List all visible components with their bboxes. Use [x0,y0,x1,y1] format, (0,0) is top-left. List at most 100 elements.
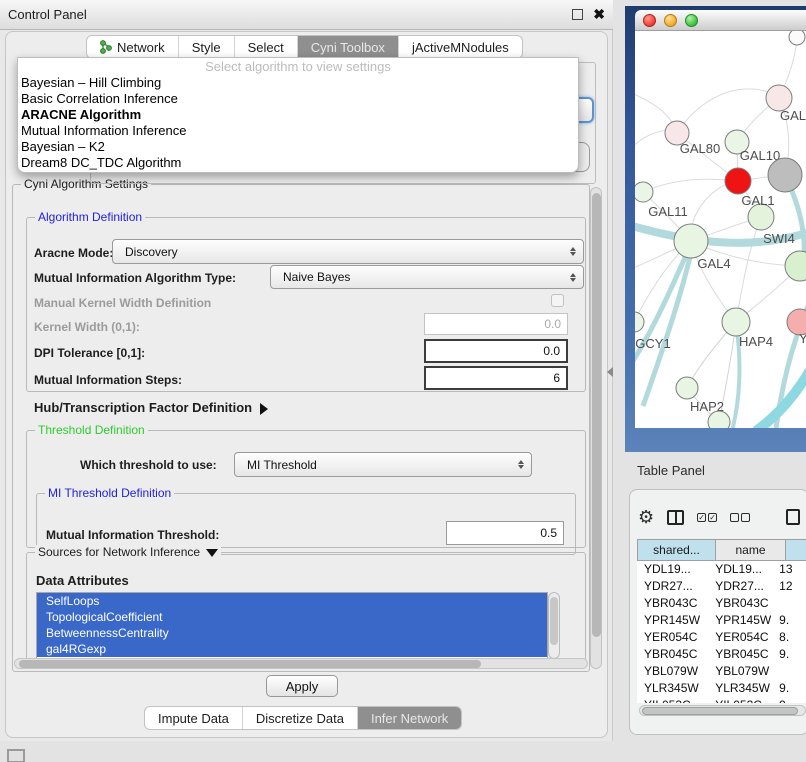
dpi-tolerance-field[interactable]: 0.0 [424,339,568,363]
aracne-mode-select[interactable]: Discovery [112,239,584,264]
table-row[interactable]: YPR145WYPR145W9. [637,612,806,629]
node-gal4[interactable] [674,224,708,258]
aracne-mode-label: Aracne Mode: [34,246,113,260]
tab-jactivemnodules[interactable]: jActiveMNodules [399,36,522,58]
tab-select[interactable]: Select [235,36,298,58]
bottom-tab-discretize-data[interactable]: Discretize Data [243,707,358,729]
minimized-panel-icon[interactable] [7,749,25,762]
tab-style[interactable]: Style [179,36,235,58]
close-traffic-light-icon[interactable] [643,14,656,27]
sources-title-label: Sources for Network Inference [38,545,200,559]
gear-icon[interactable]: ⚙ [638,508,654,526]
hub-definition-toggle[interactable]: Hub/Transcription Factor Definition [34,400,268,415]
node-gal1-label: GAL1 [741,193,774,208]
spinner-arrows-icon [570,273,576,282]
node-hap2[interactable] [676,377,698,399]
table-row[interactable]: YER054CYER054C8. [637,629,806,646]
table-row[interactable]: YBR043CYBR043C [637,595,806,612]
table-cell: YIL053C [708,697,772,703]
deselect-all-icon[interactable] [730,513,750,522]
table-cell: YIL053C [637,697,708,703]
table-row[interactable]: YDL19...YDL19...13 [637,561,806,578]
table-row[interactable]: YBR045CYBR045C9. [637,646,806,663]
table-cell: YDR27... [708,578,772,595]
apply-button[interactable]: Apply [266,675,338,697]
node-top-partial[interactable] [789,31,805,45]
table-cell: YDL19... [708,561,772,578]
tab-cyni-toolbox[interactable]: Cyni Toolbox [298,36,399,58]
table-row[interactable]: YLR345WYLR345W9. [637,680,806,697]
node-hap4[interactable] [722,308,750,336]
node-gcy1[interactable] [635,312,644,332]
algorithm-dropdown-popup: Select algorithm to view settings Bayesi… [17,57,579,173]
table-rows: YDL19...YDL19...13YDR27...YDR27...12YBR0… [637,561,806,703]
bottom-tab-impute-data[interactable]: Impute Data [145,707,243,729]
column-header[interactable]: shared... [637,539,715,561]
settings-horizontal-scrollbar[interactable] [14,658,588,669]
minimize-traffic-light-icon[interactable] [664,14,677,27]
table-cell: YBR043C [708,595,772,612]
table-row[interactable]: YIL053CYIL053C9 [637,697,806,703]
table-cell: YLR345W [708,680,772,697]
mi-threshold-field[interactable]: 0.5 [446,521,564,545]
algorithm-option[interactable]: Dream8 DC_TDC Algorithm [18,155,578,171]
table-panel-title: Table Panel [637,463,705,478]
tab-label: Select [248,40,284,55]
splitter-collapse-icon[interactable] [607,367,613,377]
attribute-item[interactable]: BetweennessCentrality [37,625,547,641]
algorithm-option[interactable]: Bayesian – K2 [18,139,578,155]
network-window-titlebar[interactable] [635,10,806,31]
bottom-tab-infer-network[interactable]: Infer Network [358,707,461,729]
node-bottom-partial[interactable] [708,411,730,428]
algorithm-option[interactable]: ARACNE Algorithm [18,107,578,123]
table-header-row: shared...name [637,539,806,561]
close-icon[interactable]: ✖ [593,9,605,20]
float-window-icon[interactable] [572,9,583,20]
select-all-icon[interactable]: ✓✓ [697,513,717,522]
zoom-traffic-light-icon[interactable] [685,14,698,27]
table-cell: 13 [772,561,806,578]
table-horizontal-scrollbar[interactable] [639,705,806,716]
algorithm-option[interactable]: Basic Correlation Inference [18,91,578,107]
which-threshold-select[interactable]: MI Threshold [234,452,532,477]
mi-steps-label: Mutual Information Steps: [34,373,182,387]
table-row[interactable]: YDR27...YDR27...12 [637,578,806,595]
attributes-list-scrollbar[interactable] [548,592,560,659]
column-header[interactable]: name [715,539,785,561]
node-hap4-label: HAP4 [739,334,773,349]
attribute-item[interactable]: gal4RGexp [37,641,547,657]
mi-type-select[interactable]: Naive Bayes [270,265,584,289]
kernel-width-field[interactable]: 0.0 [424,313,568,335]
table-cell: YBR043C [637,595,708,612]
sources-title[interactable]: Sources for Network Inference [35,545,221,559]
node-gal11[interactable] [635,182,653,202]
node-gray[interactable] [768,158,802,192]
mi-type-value: Naive Bayes [283,270,350,284]
network-canvas[interactable]: GALGAL80GAL10GAL11GAL1SWI4GAL4GCY1HAP4YH… [635,31,806,428]
table-row[interactable]: YBL079WYBL079W [637,663,806,680]
algorithm-option[interactable]: Bayesian – Hill Climbing [18,75,578,91]
table-panel-toolbar: ⚙ ✓✓ [638,504,806,530]
which-threshold-label: Which threshold to use: [80,458,217,472]
manual-kernel-checkbox[interactable] [551,294,564,307]
node-swi4[interactable] [785,251,806,281]
new-table-icon[interactable] [786,509,800,525]
tab-network[interactable]: Network [87,36,179,58]
attribute-item[interactable]: TopologicalCoefficient [37,609,547,625]
network-edge[interactable] [736,217,761,322]
algorithm-option[interactable]: Mutual Information Inference [18,123,578,139]
table-cell: YBR045C [637,646,708,663]
cyni-toolbox-bottom-tabs: Impute DataDiscretize DataInfer Network [144,706,462,730]
mi-type-label: Mutual Information Algorithm Type: [34,271,236,285]
mi-threshold-label: Mutual Information Threshold: [46,528,219,542]
tab-label: Cyni Toolbox [311,40,385,55]
table-cell: YDL19... [637,561,708,578]
mi-steps-field[interactable]: 6 [424,366,568,390]
settings-vertical-scrollbar[interactable] [590,187,602,669]
table-cell: 9. [772,646,806,663]
table-cell: YER054C [637,629,708,646]
attribute-item[interactable]: SelfLoops [37,593,547,609]
column-header[interactable] [785,539,806,561]
split-pane-icon[interactable] [667,510,684,525]
node-red[interactable] [725,168,751,194]
